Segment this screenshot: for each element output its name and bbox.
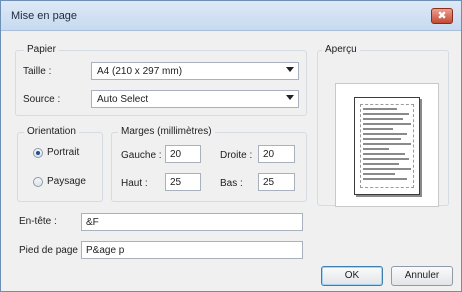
paper-source-label: Source : [23,94,61,105]
paper-size-dropdown-button[interactable] [284,63,298,79]
margin-top-input[interactable]: 25 [165,173,201,191]
title-bar: Mise en page ✖ [1,1,461,31]
preview-text-line [363,173,395,175]
margin-bottom-label: Bas : [220,178,243,189]
margin-right-value: 20 [263,149,275,160]
preview-text-line [363,178,407,180]
portrait-label[interactable]: Portrait [47,147,79,159]
footer-input[interactable]: P&age p [81,241,303,259]
landscape-label[interactable]: Paysage [47,176,86,188]
preview-page-icon [354,97,420,195]
page-preview [335,83,439,207]
footer-value: P&age p [86,245,125,256]
margin-right-label: Droite : [220,150,253,161]
preview-text-line [363,143,411,145]
margin-bottom-input[interactable]: 25 [258,173,295,191]
preview-margin-frame [360,104,414,188]
preview-text-line [363,133,407,135]
header-value: &F [86,217,99,228]
preview-text-line [363,163,399,165]
preview-text-line [363,123,411,125]
page-setup-dialog: Mise en page ✖ Papier Taille : A4 (210 x… [0,0,462,292]
margin-top-value: 25 [170,177,182,188]
paper-group-label: Papier [24,44,59,56]
chevron-down-icon [286,95,294,100]
header-label: En-tête : [19,216,57,227]
orientation-group: Orientation [17,126,103,202]
orientation-group-label: Orientation [24,126,79,138]
paper-size-label: Taille : [23,66,52,77]
header-input[interactable]: &F [81,213,303,231]
margin-bottom-value: 25 [263,177,275,188]
portrait-radio[interactable] [33,148,43,158]
margins-group-label: Marges (millimètres) [118,126,215,138]
ok-button[interactable]: OK [321,266,383,286]
preview-text-line [363,153,405,155]
preview-text-line [363,108,397,110]
preview-text-line [363,148,389,150]
close-icon: ✖ [437,9,447,22]
preview-text-line [363,128,393,130]
cancel-button[interactable]: Annuler [391,266,453,286]
paper-size-value: A4 (210 x 297 mm) [97,66,183,77]
preview-text-line [363,118,403,120]
close-button[interactable]: ✖ [431,8,453,24]
preview-group-label: Aperçu [322,44,360,56]
preview-text-line [363,158,409,160]
footer-label: Pied de page : [19,245,84,256]
paper-source-select[interactable]: Auto Select [91,90,299,108]
preview-text-line [363,168,411,170]
dialog-title: Mise en page [11,10,78,22]
preview-text-line [363,138,401,140]
margin-left-value: 20 [170,149,182,160]
margin-left-input[interactable]: 20 [165,145,201,163]
landscape-radio[interactable] [33,177,43,187]
paper-size-select[interactable]: A4 (210 x 297 mm) [91,62,299,80]
margin-left-label: Gauche : [121,150,162,161]
chevron-down-icon [286,67,294,72]
paper-source-dropdown-button[interactable] [284,91,298,107]
paper-source-value: Auto Select [97,94,149,105]
preview-text-line [363,113,409,115]
margin-top-label: Haut : [121,178,148,189]
margins-group: Marges (millimètres) [111,126,307,202]
margin-right-input[interactable]: 20 [258,145,295,163]
